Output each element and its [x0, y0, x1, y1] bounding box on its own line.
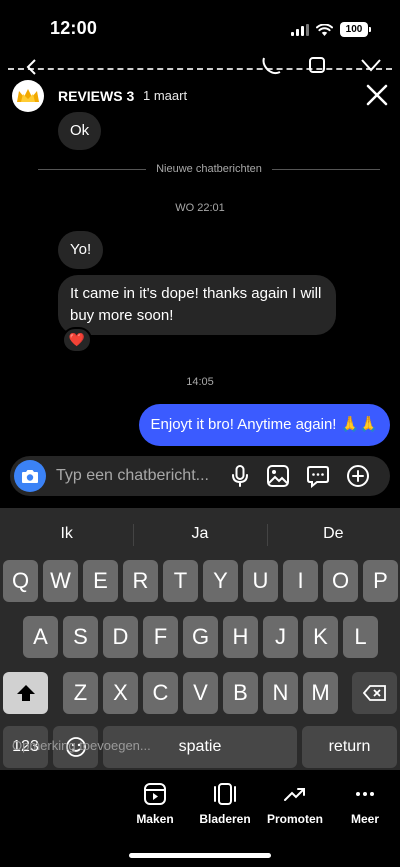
key-v[interactable]: V: [183, 672, 218, 714]
plus-icon[interactable]: [346, 464, 370, 488]
new-messages-label: Nieuwe chatberichten: [156, 163, 262, 175]
key-q[interactable]: Q: [3, 560, 38, 602]
key-row-1: Q W E R T Y U I O P: [0, 560, 400, 602]
action-meer[interactable]: Meer: [330, 778, 400, 838]
chat-header: REVIEWS 3 1 maart: [0, 78, 400, 114]
action-bladeren-label: Bladeren: [199, 812, 251, 826]
story-actions: Maken Bladeren Promoten Meer: [120, 778, 400, 838]
action-maken-label: Maken: [136, 812, 174, 826]
trending-icon: [284, 788, 305, 801]
status-bar: 12:00 100: [0, 0, 400, 56]
new-messages-divider: Nieuwe chatberichten: [38, 160, 381, 178]
video-icon: [309, 57, 325, 73]
key-y[interactable]: Y: [203, 560, 238, 602]
backspace-key[interactable]: [352, 672, 397, 714]
timestamp-1405: 14:05: [186, 376, 214, 388]
battery-indicator: 100: [340, 22, 371, 37]
key-n[interactable]: N: [263, 672, 298, 714]
key-j[interactable]: J: [263, 616, 298, 658]
key-m[interactable]: M: [303, 672, 338, 714]
key-a[interactable]: A: [23, 616, 58, 658]
key-w[interactable]: W: [43, 560, 78, 602]
tag-icon: [361, 59, 381, 72]
divider-line-right: [271, 168, 381, 170]
progress-dash-line: [8, 68, 392, 70]
key-row-3: Z X C V B N M: [0, 672, 400, 714]
suggestion-1[interactable]: Ik: [0, 516, 133, 552]
suggestion-3[interactable]: De: [266, 516, 400, 552]
key-b[interactable]: B: [223, 672, 258, 714]
message-input[interactable]: [56, 456, 228, 496]
key-i[interactable]: I: [283, 560, 318, 602]
wifi-icon: [316, 23, 333, 36]
action-bladeren[interactable]: Bladeren: [190, 778, 260, 838]
sticker-icon[interactable]: [306, 464, 330, 488]
backspace-icon: [362, 685, 386, 701]
key-s[interactable]: S: [63, 616, 98, 658]
shift-key[interactable]: [3, 672, 48, 714]
divider-line-left: [38, 168, 147, 170]
message-composer: [10, 456, 390, 496]
image-icon[interactable]: [266, 464, 290, 488]
key-z[interactable]: Z: [63, 672, 98, 714]
camera-icon: [22, 469, 38, 483]
key-h[interactable]: H: [223, 616, 258, 658]
timestamp-wed: WO 22:01: [175, 202, 225, 214]
home-indicator[interactable]: [129, 853, 271, 858]
key-x[interactable]: X: [103, 672, 138, 714]
key-f[interactable]: F: [143, 616, 178, 658]
chat-date: 1 maart: [143, 88, 188, 103]
key-o[interactable]: O: [323, 560, 358, 602]
key-r[interactable]: R: [123, 560, 158, 602]
microphone-icon[interactable]: [228, 464, 252, 488]
key-g[interactable]: G: [183, 616, 218, 658]
key-c[interactable]: C: [143, 672, 178, 714]
key-l[interactable]: L: [343, 616, 378, 658]
create-icon: [144, 783, 166, 805]
outgoing-message[interactable]: Enjoyt it bro! Anytime again! 🙏🙏: [138, 404, 390, 446]
back-chevron-icon: [26, 59, 36, 75]
more-icon: [356, 792, 374, 796]
key-k[interactable]: K: [303, 616, 338, 658]
key-t[interactable]: T: [163, 560, 198, 602]
return-key[interactable]: return: [302, 726, 397, 768]
key-row-2: A S D F G H J K L: [0, 616, 400, 658]
suggestion-bar: Ik Ja De: [0, 516, 400, 552]
signal-icon: [291, 23, 309, 36]
phone-icon: [262, 57, 281, 75]
status-icons: 100: [291, 22, 371, 37]
incoming-message-yo[interactable]: Yo!: [58, 231, 104, 269]
shift-icon: [16, 685, 35, 701]
crown-logo-icon: [17, 89, 39, 102]
action-promoten[interactable]: Promoten: [260, 778, 330, 838]
caption-placeholder[interactable]: Opmerking toevoegen...: [12, 738, 151, 753]
chat-title[interactable]: REVIEWS 3: [58, 88, 134, 104]
key-e[interactable]: E: [83, 560, 118, 602]
action-promoten-label: Promoten: [266, 812, 323, 826]
key-p[interactable]: P: [363, 560, 398, 602]
action-maken[interactable]: Maken: [120, 778, 190, 838]
browse-icon: [214, 783, 236, 805]
incoming-message-ok[interactable]: Ok: [58, 112, 102, 150]
heart-reaction[interactable]: ❤️: [62, 327, 92, 353]
key-d[interactable]: D: [103, 616, 138, 658]
background-nav-row: [0, 56, 400, 78]
action-meer-label: Meer: [350, 812, 379, 826]
key-u[interactable]: U: [243, 560, 278, 602]
camera-button[interactable]: [14, 460, 46, 492]
suggestion-2[interactable]: Ja: [133, 516, 266, 552]
avatar[interactable]: [12, 80, 44, 112]
close-icon[interactable]: [364, 82, 390, 108]
status-time: 12:00: [50, 18, 98, 38]
incoming-message-long[interactable]: It came in it's dope! thanks again I wil…: [58, 275, 336, 335]
